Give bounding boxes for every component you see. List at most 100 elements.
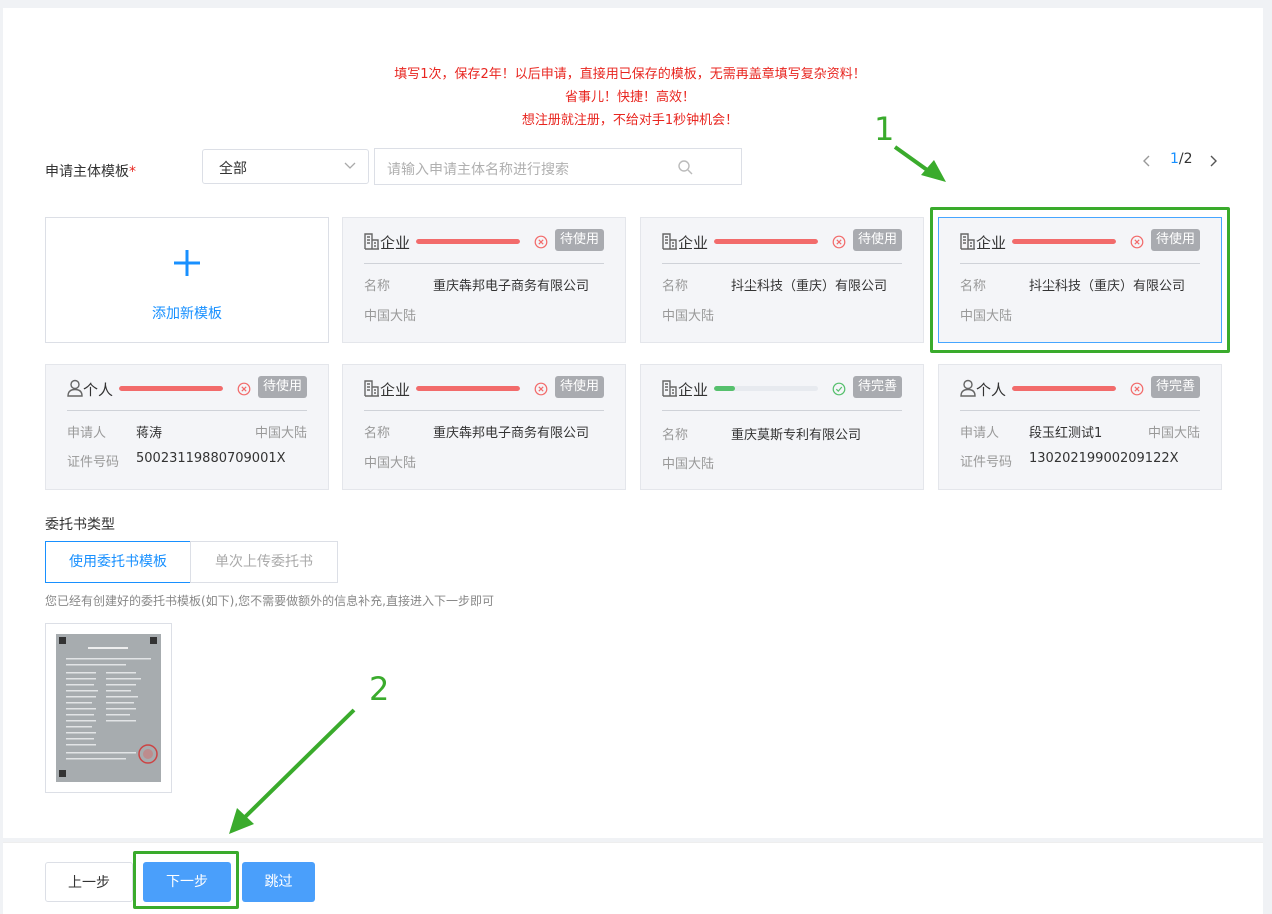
letter-hint: 您已经有创建好的委托书模板(如下),您不需要做额外的信息补充,直接进入下一步即可 [45, 594, 494, 608]
completion-bar [416, 239, 520, 244]
card-field-label: 证件号码 [67, 455, 120, 470]
card-header: 企业 待使用 [364, 376, 604, 411]
error-circle-icon [534, 382, 548, 396]
card-type: 个人 [83, 381, 114, 399]
card-header: 企业 待完善 [662, 376, 902, 411]
user-icon [960, 379, 976, 397]
card-field-value: 重庆莫斯专利有限公司 [731, 428, 862, 443]
card-field-label: 申请人 [960, 426, 1000, 441]
completion-fill [714, 239, 818, 244]
document-image [56, 634, 161, 782]
required-mark: * [129, 164, 136, 180]
card-id-number: 13020219900209122X [1029, 451, 1179, 466]
search-input[interactable]: 请输入申请主体名称进行搜索 [374, 148, 742, 185]
error-circle-icon [534, 235, 548, 249]
skip-button[interactable]: 跳过 [242, 862, 315, 902]
card-region: 中国大陆 [364, 456, 417, 471]
card-field-label: 名称 [662, 428, 689, 443]
card-type: 企业 [380, 381, 411, 399]
tab-use-template[interactable]: 使用委托书模板 [45, 541, 191, 583]
promo-line-2: 省事儿！快捷！高效！ [564, 90, 695, 105]
completion-bar [416, 386, 520, 391]
card-type: 企业 [678, 234, 709, 252]
template-card[interactable]: 企业 待使用 名称 重庆犇邦电子商务有限公司 中国大陆 [342, 364, 626, 490]
completion-fill [416, 239, 520, 244]
highlight-box-next-button [133, 851, 239, 909]
status-badge: 待使用 [852, 229, 902, 251]
building-icon [662, 380, 677, 397]
card-field-label: 名称 [364, 279, 391, 294]
current-page: 1 [1170, 151, 1179, 167]
promo-line-3: 想注册就注册，不给对手1秒钟机会！ [521, 113, 739, 128]
card-header: 个人 待完善 [960, 376, 1200, 411]
template-card[interactable]: 个人 待使用 申请人 蒋涛 中国大陆 证件号码 5002311988070900… [45, 364, 329, 490]
annotation-number-2: 2 [369, 670, 390, 708]
building-icon [364, 380, 379, 397]
search-placeholder: 请输入申请主体名称进行搜索 [387, 162, 569, 178]
completion-bar [714, 239, 818, 244]
card-field-value: 重庆犇邦电子商务有限公司 [433, 426, 590, 441]
card-type: 个人 [976, 381, 1007, 399]
template-card[interactable]: 企业 待使用 名称 抖尘科技（重庆）有限公司 中国大陆 [640, 217, 924, 343]
completion-bar [714, 386, 818, 391]
card-field-value: 段玉红测试1 [1029, 426, 1103, 441]
plus-icon [174, 250, 200, 276]
template-filter-label: 申请主体模板* [45, 161, 136, 181]
add-template-card[interactable]: 添加新模板 [45, 217, 329, 343]
pagination: 1/2 [1140, 150, 1230, 172]
card-header: 企业 待使用 [364, 229, 604, 264]
card-region: 中国大陆 [1147, 426, 1200, 441]
total-pages: /2 [1178, 151, 1193, 167]
status-badge: 待使用 [257, 376, 307, 398]
completion-fill [416, 386, 520, 391]
card-region: 中国大陆 [254, 426, 307, 441]
card-region: 中国大陆 [364, 309, 417, 324]
completion-fill [1012, 386, 1116, 391]
card-id-number: 50023119880709001X [136, 451, 286, 466]
card-field-label: 名称 [662, 279, 689, 294]
letter-thumbnail[interactable] [45, 623, 172, 793]
card-field-label: 申请人 [67, 426, 107, 441]
completion-bar [1012, 386, 1116, 391]
status-badge: 待完善 [852, 376, 902, 398]
type-select-value: 全部 [219, 161, 247, 177]
chevron-right-icon[interactable] [1206, 153, 1220, 169]
status-badge: 待完善 [1150, 376, 1200, 398]
previous-step-button[interactable]: 上一步 [45, 862, 133, 902]
building-icon [364, 233, 379, 250]
search-icon[interactable] [677, 159, 693, 175]
completion-fill [714, 386, 735, 391]
error-circle-icon [832, 235, 846, 249]
card-header: 个人 待使用 [67, 376, 307, 411]
card-region: 中国大陆 [662, 309, 715, 324]
error-circle-icon [237, 382, 251, 396]
completion-fill [119, 386, 223, 391]
error-circle-icon [1130, 382, 1144, 396]
card-type: 企业 [380, 234, 411, 252]
check-circle-icon [832, 382, 846, 396]
template-filter-label-text: 申请主体模板 [45, 164, 129, 180]
template-card[interactable]: 企业 待使用 名称 重庆犇邦电子商务有限公司 中国大陆 [342, 217, 626, 343]
page-indicator: 1/2 [1170, 151, 1193, 167]
chevron-down-icon [344, 162, 356, 169]
status-badge: 待使用 [554, 229, 604, 251]
card-field-value: 重庆犇邦电子商务有限公司 [433, 279, 590, 294]
building-icon [662, 233, 677, 250]
template-card[interactable]: 个人 待完善 申请人 段玉红测试1 中国大陆 证件号码 130202199002… [938, 364, 1222, 490]
promo-line-1: 填写1次，保存2年！以后申请，直接用已保存的模板，无需再盖章填写复杂资料！ [394, 67, 866, 82]
card-type: 企业 [678, 381, 709, 399]
add-template-label: 添加新模板 [152, 306, 222, 322]
card-field-label: 证件号码 [960, 455, 1013, 470]
tab-single-upload[interactable]: 单次上传委托书 [190, 541, 338, 583]
card-field-label: 名称 [364, 426, 391, 441]
template-card[interactable]: 企业 待完善 名称 重庆莫斯专利有限公司 中国大陆 [640, 364, 924, 490]
annotation-number-1: 1 [874, 110, 895, 148]
card-field-value: 抖尘科技（重庆）有限公司 [731, 279, 888, 294]
chevron-left-icon[interactable] [1140, 153, 1154, 169]
completion-bar [119, 386, 223, 391]
letter-type-title: 委托书类型 [45, 517, 115, 533]
highlight-box-selected-card [930, 207, 1230, 353]
card-header: 企业 待使用 [662, 229, 902, 264]
type-select[interactable]: 全部 [202, 149, 369, 184]
status-badge: 待使用 [554, 376, 604, 398]
